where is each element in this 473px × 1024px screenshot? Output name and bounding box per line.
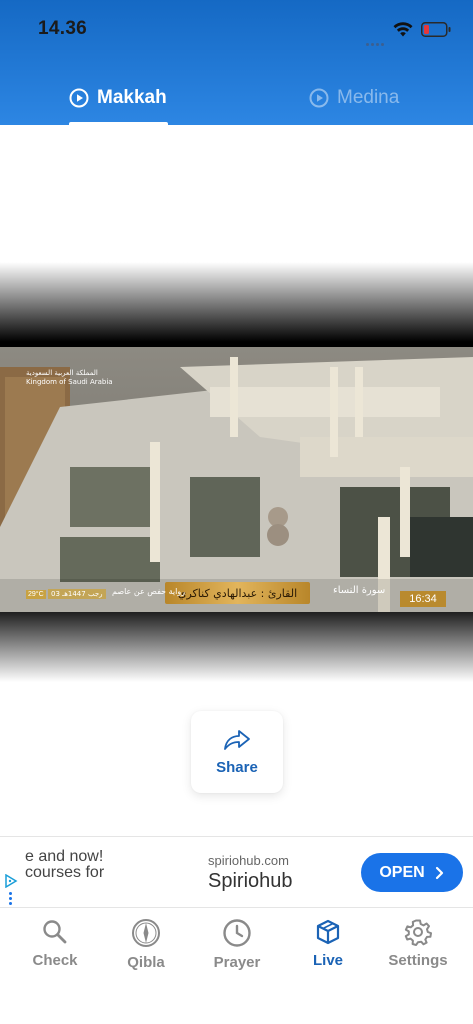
tab-makkah[interactable]: Makkah (69, 70, 167, 125)
hijri-date: 03 رجب 1447هـ (48, 589, 106, 599)
ad-open-button[interactable]: OPEN (361, 853, 463, 892)
nav-prayer-label: Prayer (213, 954, 261, 971)
ad-choices-icon[interactable] (4, 874, 18, 888)
share-button[interactable]: Share (191, 711, 283, 793)
nav-live-label: Live (312, 952, 343, 969)
nav-check-label: Check (32, 952, 78, 969)
surah-name: سورة النساء (333, 585, 386, 596)
compass-icon (132, 919, 160, 947)
status-time: 14.36 (38, 18, 88, 39)
location-tabs: Makkah Medina (0, 70, 473, 126)
nav-check[interactable]: Check (15, 918, 95, 988)
wifi-icon (393, 22, 413, 37)
stream-clock: 16:34 (400, 591, 446, 607)
nav-qibla-label: Qibla (127, 954, 165, 971)
tab-makkah-label: Makkah (97, 86, 167, 108)
cellular-signal-icon (366, 33, 388, 46)
battery-icon (421, 22, 451, 37)
app-header: 14.36 Makkah Medina (0, 0, 473, 126)
ad-options-icon[interactable] (9, 892, 13, 906)
riwaya-text: رواية حفص عن عاصم (112, 587, 186, 596)
ad-advertiser-name: Spiriohub (208, 870, 293, 892)
nav-qibla[interactable]: Qibla (106, 918, 186, 988)
share-label: Share (216, 758, 258, 776)
gear-icon (404, 919, 432, 946)
play-circle-icon (69, 88, 89, 107)
ad-text-line2: courses for (25, 864, 105, 881)
clock-icon (223, 919, 251, 947)
nav-prayer[interactable]: Prayer (197, 918, 277, 988)
makkah-live-stream[interactable]: المملكة العربية السعودية Kingdom of Saud… (0, 347, 473, 612)
nav-settings[interactable]: Settings (378, 918, 458, 988)
active-tab-indicator (69, 122, 168, 126)
bottom-navigation: Check Qibla Prayer Live Settings (0, 908, 473, 1024)
reciter-caption: القارئ : عبدالهادي كناكري (165, 582, 310, 604)
nav-settings-label: Settings (388, 952, 448, 969)
cube-icon (316, 919, 340, 945)
search-icon (43, 920, 67, 944)
broadcast-watermark: المملكة العربية السعودية Kingdom of Saud… (26, 369, 113, 386)
temperature-badge: 29°C (26, 590, 46, 599)
ad-domain: spiriohub.com (208, 853, 289, 868)
share-arrow-icon (224, 729, 250, 750)
ad-banner[interactable]: e and now! courses for spiriohub.com Spi… (0, 836, 473, 908)
status-bar: 14.36 (0, 0, 473, 60)
nav-live[interactable]: Live (288, 918, 368, 988)
tab-medina[interactable]: Medina (309, 70, 399, 125)
play-circle-icon (309, 88, 329, 107)
chevron-right-icon (435, 866, 443, 879)
ad-open-label: OPEN (379, 863, 425, 881)
live-video-player[interactable]: المملكة العربية السعودية Kingdom of Saud… (0, 262, 473, 682)
tab-medina-label: Medina (337, 86, 400, 108)
